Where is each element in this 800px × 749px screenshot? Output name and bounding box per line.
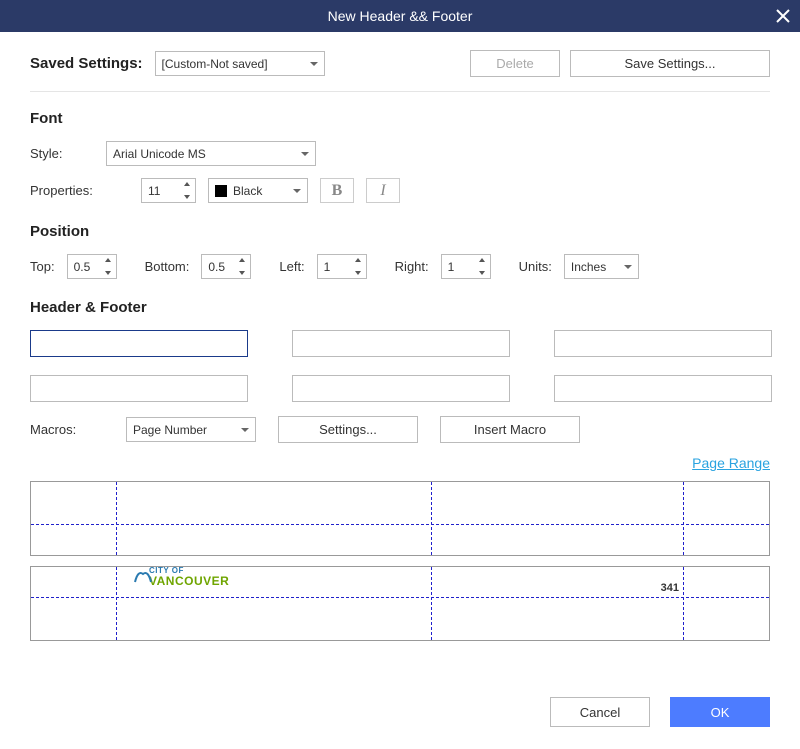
right-label: Right: bbox=[395, 259, 429, 274]
color-swatch bbox=[215, 185, 227, 197]
chevron-down-icon[interactable] bbox=[239, 271, 245, 275]
units-value: Inches bbox=[571, 260, 606, 274]
footer-preview: CITY OF VANCOUVER 341 bbox=[30, 566, 770, 641]
top-value: 0.5 bbox=[74, 260, 91, 274]
font-color-value: Black bbox=[233, 184, 262, 198]
macro-settings-button[interactable]: Settings... bbox=[278, 416, 418, 443]
font-color-select[interactable]: Black bbox=[208, 178, 308, 203]
units-label: Units: bbox=[519, 259, 552, 274]
delete-button[interactable]: Delete bbox=[470, 50, 560, 77]
font-section-title: Font bbox=[30, 110, 770, 127]
footer-center-input[interactable] bbox=[292, 375, 510, 402]
bottom-label: Bottom: bbox=[145, 259, 190, 274]
page-range-link[interactable]: Page Range bbox=[692, 455, 770, 471]
footer-left-input[interactable] bbox=[30, 375, 248, 402]
chevron-up-icon[interactable] bbox=[479, 258, 485, 262]
bold-button[interactable]: B bbox=[320, 178, 354, 203]
chevron-up-icon[interactable] bbox=[355, 258, 361, 262]
chevron-down-icon[interactable] bbox=[184, 195, 190, 199]
header-right-input[interactable] bbox=[554, 330, 772, 357]
chevron-down-icon[interactable] bbox=[479, 271, 485, 275]
properties-label: Properties: bbox=[30, 183, 135, 198]
header-left-input[interactable] bbox=[30, 330, 248, 357]
top-stepper[interactable]: 0.5 bbox=[67, 254, 117, 279]
titlebar: New Header && Footer bbox=[0, 0, 800, 32]
divider bbox=[30, 91, 770, 92]
font-style-select[interactable]: Arial Unicode MS bbox=[106, 141, 316, 166]
bottom-stepper[interactable]: 0.5 bbox=[201, 254, 251, 279]
close-icon bbox=[776, 9, 790, 23]
chevron-up-icon[interactable] bbox=[105, 258, 111, 262]
macros-select[interactable]: Page Number bbox=[126, 417, 256, 442]
header-footer-section-title: Header & Footer bbox=[30, 299, 770, 316]
save-settings-button[interactable]: Save Settings... bbox=[570, 50, 770, 77]
left-value: 1 bbox=[324, 260, 331, 274]
position-section-title: Position bbox=[30, 223, 770, 240]
font-size-stepper[interactable]: 11 bbox=[141, 178, 196, 203]
close-button[interactable] bbox=[774, 7, 792, 25]
left-stepper[interactable]: 1 bbox=[317, 254, 367, 279]
right-value: 1 bbox=[448, 260, 455, 274]
preview-page-number: 341 bbox=[661, 582, 679, 594]
chevron-down-icon[interactable] bbox=[105, 271, 111, 275]
style-label: Style: bbox=[30, 146, 100, 161]
insert-macro-button[interactable]: Insert Macro bbox=[440, 416, 580, 443]
units-select[interactable]: Inches bbox=[564, 254, 639, 279]
dialog-title: New Header && Footer bbox=[328, 8, 473, 24]
header-preview bbox=[30, 481, 770, 556]
macros-label: Macros: bbox=[30, 422, 120, 437]
header-center-input[interactable] bbox=[292, 330, 510, 357]
top-label: Top: bbox=[30, 259, 55, 274]
chevron-up-icon[interactable] bbox=[239, 258, 245, 262]
saved-settings-select[interactable]: [Custom-Not saved] bbox=[155, 51, 325, 76]
chevron-down-icon[interactable] bbox=[355, 271, 361, 275]
saved-settings-value: [Custom-Not saved] bbox=[162, 57, 268, 71]
footer-right-input[interactable] bbox=[554, 375, 772, 402]
preview-logo: CITY OF VANCOUVER bbox=[149, 567, 229, 587]
macros-value: Page Number bbox=[133, 423, 207, 437]
left-label: Left: bbox=[279, 259, 304, 274]
font-style-value: Arial Unicode MS bbox=[113, 147, 206, 161]
italic-button[interactable]: I bbox=[366, 178, 400, 203]
ok-button[interactable]: OK bbox=[670, 697, 770, 727]
saved-settings-label: Saved Settings: bbox=[30, 55, 143, 72]
bottom-value: 0.5 bbox=[208, 260, 225, 274]
cancel-button[interactable]: Cancel bbox=[550, 697, 650, 727]
font-size-value: 11 bbox=[148, 184, 160, 198]
chevron-up-icon[interactable] bbox=[184, 182, 190, 186]
right-stepper[interactable]: 1 bbox=[441, 254, 491, 279]
